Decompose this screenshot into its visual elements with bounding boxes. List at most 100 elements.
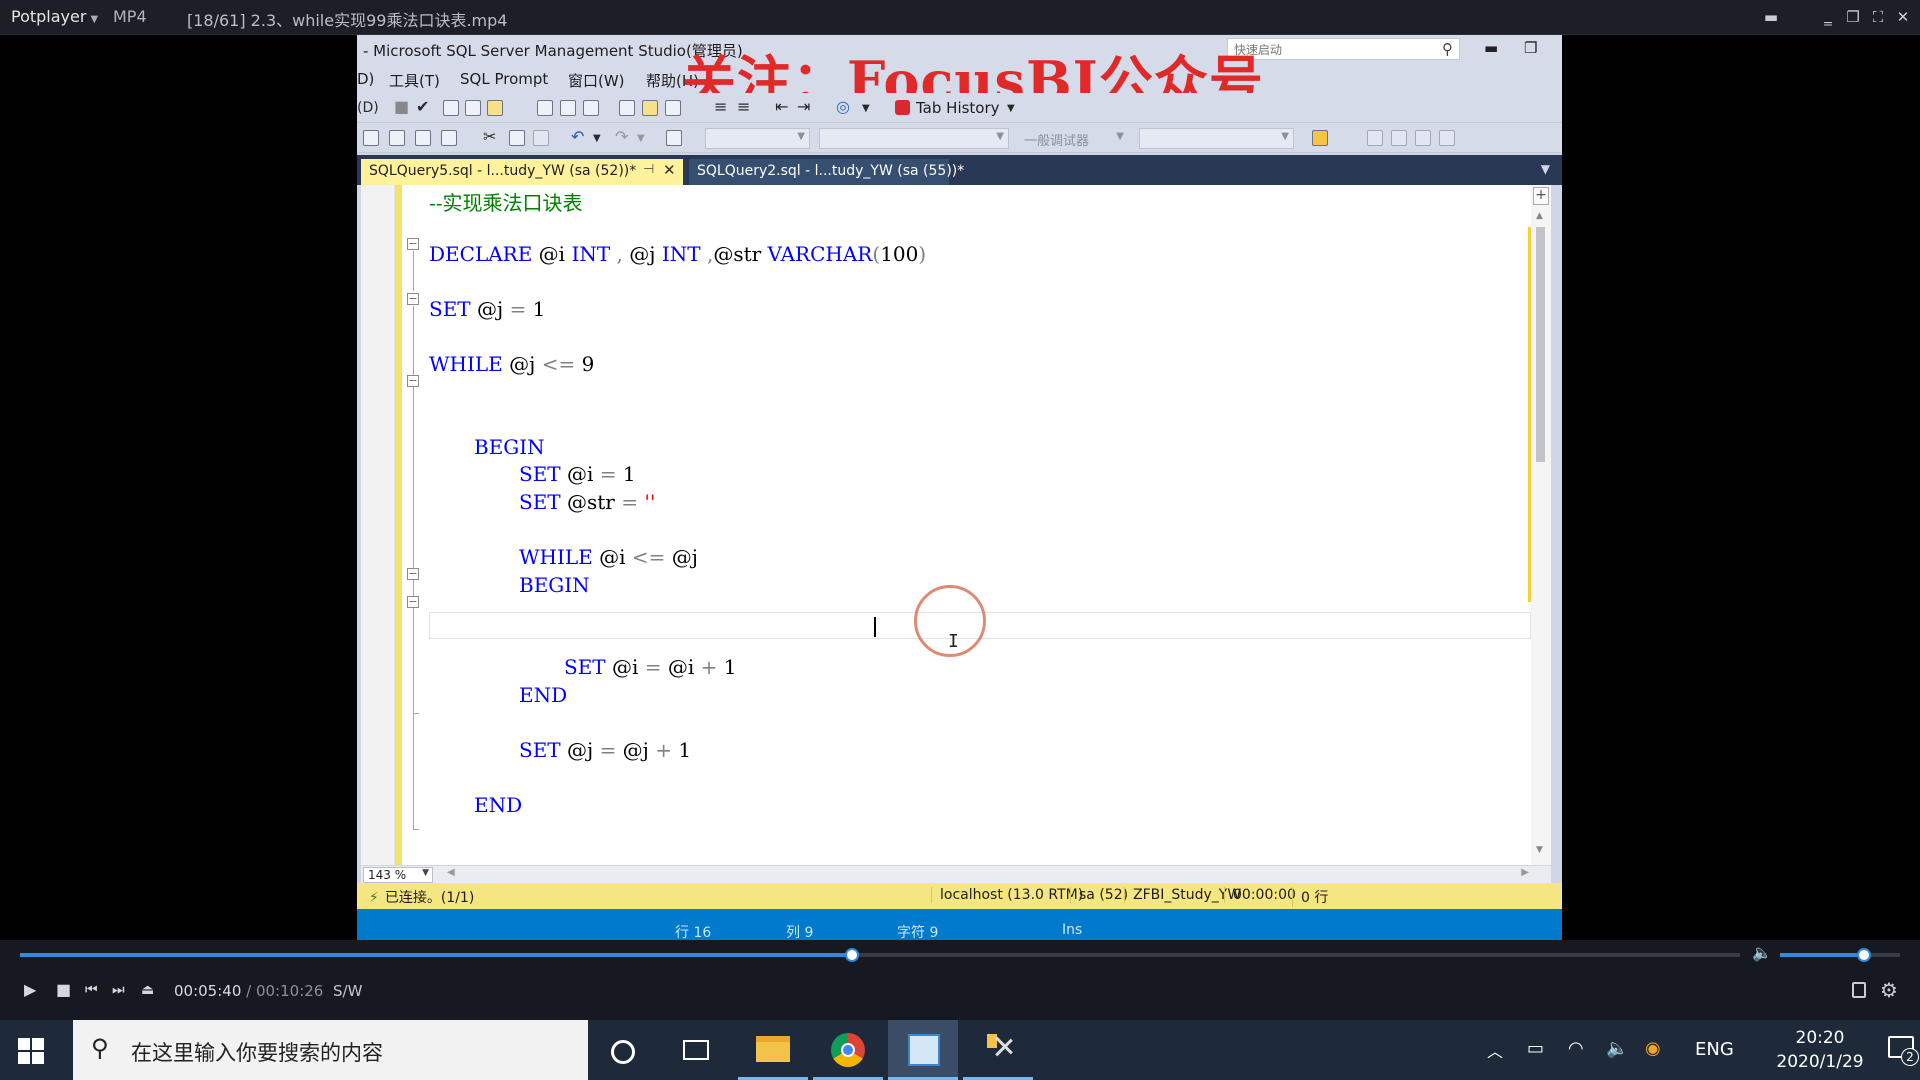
results-icon[interactable] [465, 100, 481, 116]
activity-monitor-icon[interactable] [666, 130, 682, 146]
taskbar-ssms[interactable] [963, 1020, 1033, 1080]
grid-results-icon[interactable] [642, 100, 658, 116]
volume-icon[interactable]: 🔈 [1752, 943, 1772, 962]
play-icon[interactable]: ▶ [24, 980, 36, 999]
search-combo[interactable]: ▼ [1139, 128, 1294, 149]
comment-icon[interactable]: ≡ [714, 97, 727, 116]
tree-icon[interactable] [537, 100, 553, 116]
speaker-icon[interactable]: 🔈 [1606, 1038, 1628, 1059]
tab-sqlquery2[interactable]: SQLQuery2.sql - l...tudy_YW (sa (55))* [689, 159, 964, 185]
volume-slider[interactable] [1780, 948, 1900, 962]
scroll-down-icon[interactable]: ▼ [1536, 845, 1543, 855]
eject-icon[interactable]: ⏏ [141, 982, 154, 998]
redo-icon[interactable]: ↷ [615, 127, 628, 146]
database-icon[interactable] [363, 130, 379, 146]
text-results-icon[interactable] [619, 100, 635, 116]
restore-icon[interactable]: ❐ [1842, 6, 1864, 28]
task-view-icon[interactable] [683, 1040, 709, 1060]
collapse-icon[interactable]: − [407, 238, 419, 250]
scroll-right-icon[interactable]: ▶ [1521, 867, 1529, 878]
chevron-down-icon[interactable]: ▼ [1541, 162, 1550, 176]
scroll-up-icon[interactable]: ▲ [1536, 211, 1543, 221]
database-icon[interactable] [441, 130, 457, 146]
collapse-icon[interactable]: − [407, 568, 419, 580]
chevron-up-icon[interactable]: ︿ [1487, 1038, 1503, 1062]
outdent-icon[interactable]: ⇤ [775, 97, 788, 116]
collapse-icon[interactable]: − [407, 293, 419, 305]
close-icon[interactable]: ✕ [1892, 6, 1914, 28]
menu-item-sql-prompt[interactable]: SQL Prompt [460, 70, 548, 88]
chevron-down-icon[interactable]: ▼ [1007, 103, 1015, 114]
app-tray-icon[interactable]: ◉ [1645, 1038, 1661, 1059]
grid-icon[interactable] [583, 100, 599, 116]
video-area[interactable]: - Microsoft SQL Server Management Studio… [0, 35, 1920, 940]
previous-icon[interactable]: ⏮ [85, 982, 98, 998]
chevron-down-icon[interactable]: ▼ [862, 103, 870, 114]
copy-icon[interactable] [509, 130, 525, 146]
playlist-icon[interactable] [1852, 982, 1866, 998]
find-icon[interactable] [1312, 130, 1328, 146]
intellisense-icon[interactable]: ◎ [836, 97, 850, 116]
taskbar-search-input[interactable]: ⚲ 在这里输入你要搜索的内容 [73, 1020, 588, 1080]
next-icon[interactable]: ⏭ [112, 982, 125, 998]
chevron-down-icon[interactable]: ▼ [637, 133, 645, 144]
zoom-combo[interactable]: 143 % ▼ [363, 867, 433, 883]
taskbar-chrome[interactable] [813, 1020, 883, 1080]
split-icon[interactable]: + [1533, 187, 1549, 205]
tab-history-button[interactable]: Tab History [895, 99, 1000, 117]
debug-label[interactable]: (D) [357, 100, 379, 116]
solution-config-combo[interactable]: ▼ [705, 128, 810, 149]
query-editor[interactable]: − − − − − --实现乘法口诀表 DECLARE @i INT , @j … [361, 185, 1551, 865]
uncomment-icon[interactable]: ≡ [737, 97, 750, 116]
file-results-icon[interactable] [665, 100, 681, 116]
menu-item-debug[interactable]: D) [357, 70, 374, 88]
collapse-icon[interactable]: − [407, 375, 419, 387]
fullscreen-icon[interactable]: ⛶ [1867, 6, 1889, 28]
close-tab-icon[interactable]: ✕ [663, 161, 676, 179]
volume-handle[interactable] [1857, 948, 1871, 962]
chevron-down-icon[interactable]: ▼ [593, 133, 601, 144]
cut-icon[interactable]: ✂ [483, 127, 496, 146]
decoder-mode[interactable]: S/W [333, 982, 362, 1000]
toolbox-icon[interactable] [1439, 130, 1455, 146]
platform-combo[interactable]: ▼ [819, 128, 1009, 149]
gear-icon[interactable]: ⚙ [1880, 978, 1898, 1002]
scroll-left-icon[interactable]: ◀ [447, 867, 455, 878]
menu-item-tools[interactable]: 工具(T) [389, 70, 440, 91]
pin-icon[interactable]: ▬ [1760, 6, 1782, 28]
taskbar-media-player[interactable] [888, 1020, 958, 1080]
paste-icon[interactable] [533, 130, 549, 146]
database-icon[interactable] [389, 130, 405, 146]
query-options-icon[interactable] [487, 100, 503, 116]
wifi-icon[interactable]: ◠ [1568, 1038, 1584, 1059]
collapse-icon[interactable]: − [407, 596, 419, 608]
seek-bar[interactable] [20, 948, 1740, 962]
minimize-icon[interactable]: ▬ [1484, 39, 1498, 57]
player-menu-button[interactable]: Potplayer ▼ [11, 7, 98, 26]
taskbar-file-explorer[interactable] [738, 1020, 808, 1080]
language-indicator[interactable]: ENG [1695, 1039, 1734, 1060]
stop-icon[interactable]: ■ [394, 97, 409, 116]
properties-icon[interactable] [1367, 130, 1383, 146]
plan-icon[interactable] [443, 100, 459, 116]
minimize-icon[interactable]: ‗ [1817, 6, 1839, 28]
stop-icon[interactable]: ■ [56, 980, 71, 999]
menu-item-window[interactable]: 窗口(W) [568, 70, 625, 91]
vertical-scrollbar[interactable]: + ▲ ▼ [1531, 185, 1551, 865]
indent-icon[interactable]: ⇥ [797, 97, 810, 116]
database-icon[interactable] [415, 130, 431, 146]
sql-icon[interactable] [1415, 130, 1431, 146]
grid-icon[interactable] [1391, 130, 1407, 146]
undo-icon[interactable]: ↶ [571, 127, 584, 146]
windows-start-icon[interactable] [18, 1038, 44, 1064]
pin-icon[interactable]: ⊣ [643, 162, 654, 177]
tab-sqlquery5[interactable]: SQLQuery5.sql - l...tudy_YW (sa (52))* ⊣… [361, 159, 683, 185]
cortana-icon[interactable] [611, 1040, 635, 1064]
restore-icon[interactable]: ❐ [1524, 39, 1537, 57]
clock[interactable]: 20:20 2020/1/29 [1765, 1026, 1875, 1074]
debugger-combo[interactable]: 一般调试器 ▼ [1019, 128, 1129, 149]
battery-icon[interactable]: ▭ [1527, 1038, 1544, 1059]
parse-check-icon[interactable]: ✔ [416, 97, 429, 116]
seek-handle[interactable] [845, 948, 860, 962]
scroll-thumb[interactable] [1536, 227, 1545, 462]
